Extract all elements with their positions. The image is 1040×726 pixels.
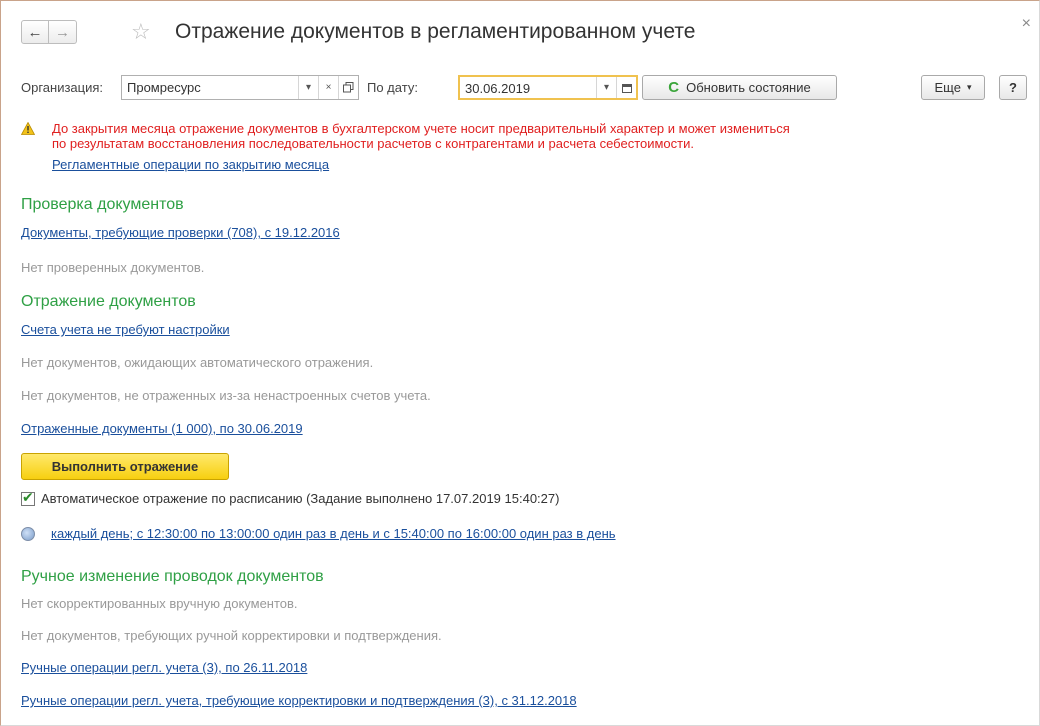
schedule-row: каждый день; с 12:30:00 по 13:00:00 один… <box>21 526 616 541</box>
clear-icon[interactable]: × <box>318 76 338 99</box>
schedule-icon <box>21 526 35 541</box>
warning-line-2: по результатам восстановления последоват… <box>52 136 694 151</box>
manual-note-2: Нет документов, требующих ручной коррект… <box>21 628 442 643</box>
dropdown-icon[interactable]: ▾ <box>298 76 318 99</box>
check-note: Нет проверенных документов. <box>21 260 205 275</box>
forward-arrow-icon[interactable]: → <box>49 20 77 44</box>
auto-posting-row: Автоматическое отражение по расписанию (… <box>21 489 560 506</box>
post-section-heading: Отражение документов <box>21 293 196 310</box>
calendar-icon[interactable] <box>616 77 636 98</box>
refresh-icon: C <box>668 79 680 96</box>
org-label: Организация: <box>21 80 104 95</box>
check-section-heading: Проверка документов <box>21 196 184 213</box>
accounts-settings-link[interactable]: Счета учета не требуют настройки <box>21 322 230 337</box>
dropdown-icon[interactable]: ▾ <box>596 77 616 98</box>
warning-line-1: До закрытия месяца отражение документов … <box>52 121 790 136</box>
more-label: Еще <box>934 80 961 95</box>
date-value[interactable]: 30.06.2019 <box>460 77 596 98</box>
manual-note-1: Нет скорректированных вручную документов… <box>21 596 298 611</box>
run-posting-button[interactable]: Выполнить отражение <box>21 453 229 480</box>
toolbar: Организация: Промресурс ▾ × По дату: 30.… <box>21 75 1033 100</box>
window-title: Отражение документов в регламентированно… <box>175 20 696 43</box>
auto-posting-checkbox[interactable] <box>21 489 35 506</box>
back-arrow-icon[interactable]: ← <box>21 20 49 44</box>
post-note-1: Нет документов, ожидающих автоматическог… <box>21 355 374 370</box>
more-button[interactable]: Еще ▾ <box>921 75 985 100</box>
manual-ops-correction-link[interactable]: Ручные операции регл. учета, требующие к… <box>21 693 577 708</box>
date-field[interactable]: 30.06.2019 ▾ <box>458 75 638 100</box>
refresh-label: Обновить состояние <box>686 80 811 95</box>
docs-to-check-link[interactable]: Документы, требующие проверки (708), с 1… <box>21 225 340 240</box>
org-field[interactable]: Промресурс ▾ × <box>121 75 359 100</box>
chevron-down-icon: ▾ <box>966 82 972 92</box>
open-icon[interactable] <box>338 76 358 99</box>
warning-text: До закрытия месяца отражение документов … <box>52 121 790 151</box>
schedule-link[interactable]: каждый день; с 12:30:00 по 13:00:00 один… <box>51 526 616 541</box>
org-value[interactable]: Промресурс <box>122 76 298 99</box>
date-label: По дату: <box>367 80 418 95</box>
refresh-button[interactable]: C Обновить состояние <box>642 75 837 100</box>
close-icon[interactable]: × <box>1022 15 1031 33</box>
nav-group: ← → <box>21 20 77 44</box>
help-button[interactable]: ? <box>999 75 1027 100</box>
auto-posting-label: Автоматическое отражение по расписанию (… <box>41 491 560 506</box>
form-window: × ← → ☆ Отражение документов в регламент… <box>0 0 1040 726</box>
post-note-2: Нет документов, не отраженных из-за нена… <box>21 388 431 403</box>
manual-ops-link[interactable]: Ручные операции регл. учета (3), по 26.1… <box>21 660 307 675</box>
closing-operations-link[interactable]: Регламентные операции по закрытию месяца <box>52 157 329 172</box>
posted-docs-link[interactable]: Отраженные документы (1 000), по 30.06.2… <box>21 421 303 436</box>
manual-section-heading: Ручное изменение проводок документов <box>21 568 324 585</box>
favorite-star-icon[interactable]: ☆ <box>131 19 151 45</box>
warning-icon <box>21 122 35 135</box>
